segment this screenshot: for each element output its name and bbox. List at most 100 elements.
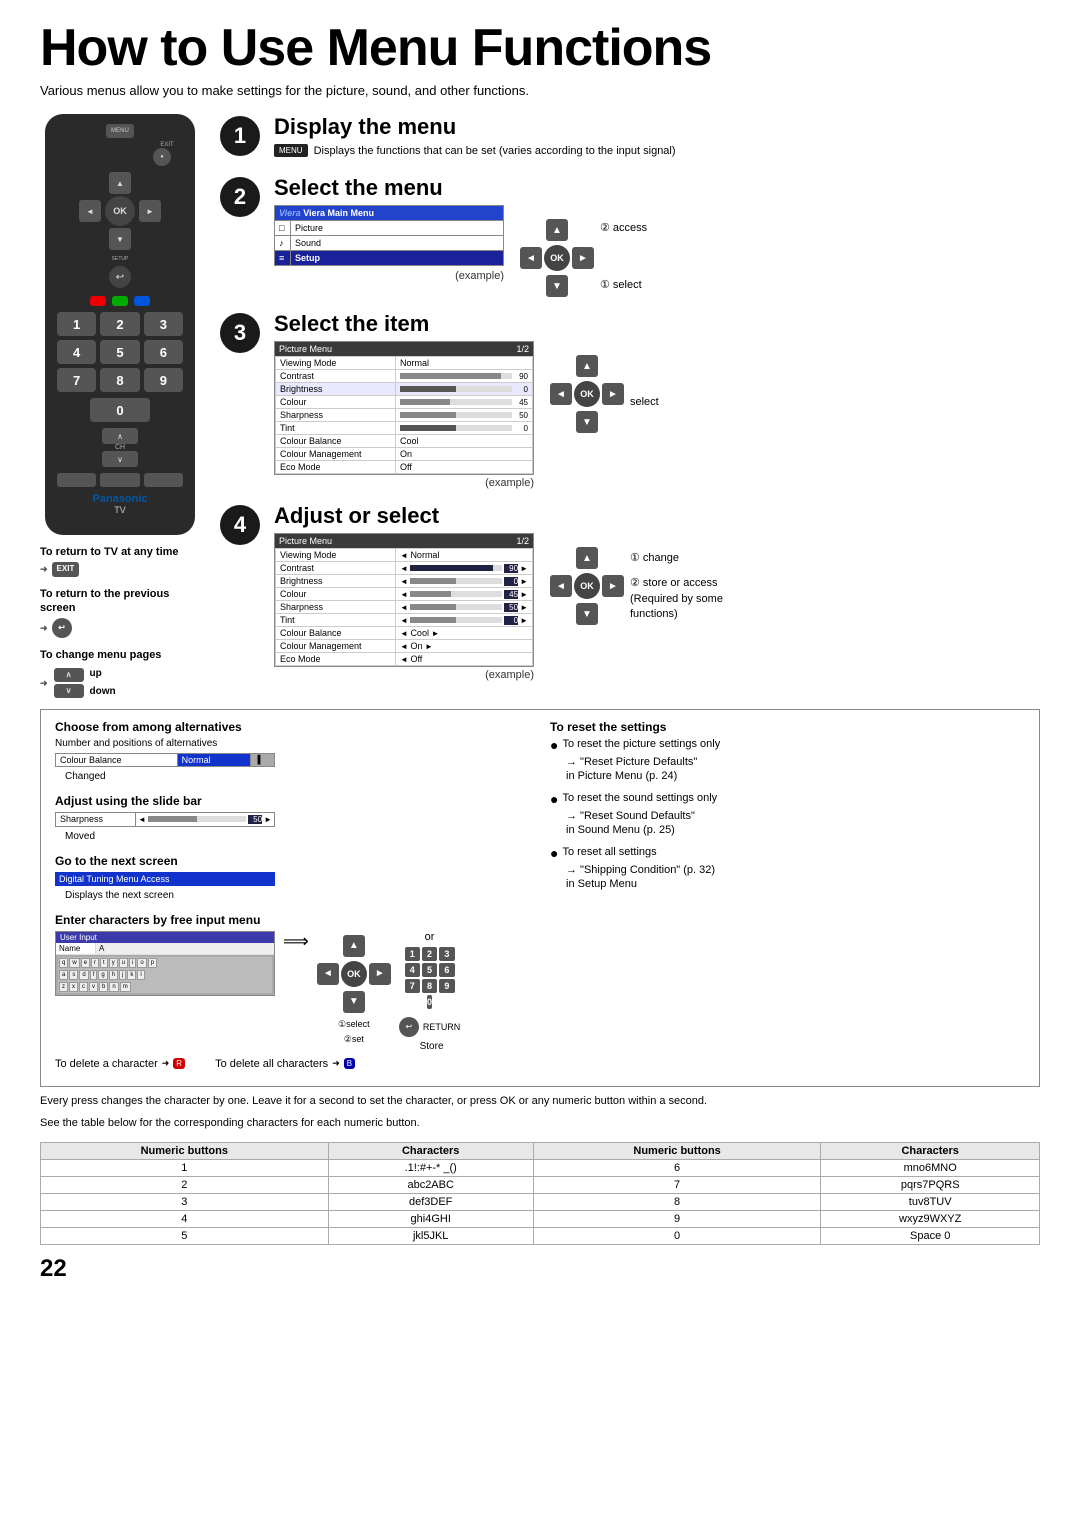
- s4-row-contrast: Contrast ◄ 90 ►: [276, 562, 533, 575]
- num-5-button[interactable]: 5: [100, 340, 139, 364]
- ch-up-button[interactable]: ∧: [102, 428, 138, 444]
- return-mini-button[interactable]: ↩: [52, 618, 72, 638]
- pt-val-viewing: Normal: [396, 357, 533, 370]
- free-input-title: Enter characters by free input menu: [55, 913, 530, 927]
- reset-picture-arrow-text: → "Reset Picture Defaults": [566, 756, 697, 768]
- fi-num7[interactable]: 7: [405, 979, 420, 993]
- fi-num5[interactable]: 5: [422, 963, 437, 977]
- num-1-button[interactable]: 1: [57, 312, 96, 336]
- num-8-button[interactable]: 8: [100, 368, 139, 392]
- step3-nav-left[interactable]: ◄: [550, 383, 572, 405]
- s4-label-contrast: Contrast: [276, 562, 396, 575]
- exit-button[interactable]: ●: [153, 148, 171, 166]
- step4-nav-down[interactable]: ▼: [576, 603, 598, 625]
- pt-val-colour: 45: [396, 396, 533, 409]
- num-7-button[interactable]: 7: [57, 368, 96, 392]
- fi-num3[interactable]: 3: [439, 947, 454, 961]
- nav-right-button[interactable]: ►: [139, 200, 161, 222]
- step3-nav-up[interactable]: ▲: [576, 355, 598, 377]
- nav-down-button[interactable]: ▼: [109, 228, 131, 250]
- pt-header-step3: Picture Menu 1/2: [275, 342, 533, 356]
- fi-ok[interactable]: OK: [341, 961, 367, 987]
- fi-num2[interactable]: 2: [422, 947, 437, 961]
- picture-label: Picture: [291, 221, 504, 236]
- char-val-1-a: .1!:#+-* _(): [328, 1159, 533, 1176]
- page-number: 22: [40, 1255, 1040, 1283]
- step-1-title: Display the menu: [274, 114, 1040, 140]
- step-1-circle: 1: [220, 116, 260, 156]
- blue-button[interactable]: [134, 296, 150, 306]
- step2-nav-left[interactable]: ◄: [520, 247, 542, 269]
- page-down-button[interactable]: ∨: [54, 684, 84, 698]
- step-2-menu-area: Viera Viera Main Menu □ Picture ♪ Sound: [274, 205, 504, 282]
- step-3-circle: 3: [220, 313, 260, 353]
- step-2-example: (example): [274, 270, 504, 282]
- nav-left-button[interactable]: ◄: [79, 200, 101, 222]
- num-4-button[interactable]: 4: [57, 340, 96, 364]
- page-up-button[interactable]: ∧: [54, 668, 84, 682]
- num-9-button[interactable]: 9: [144, 368, 183, 392]
- step4-ok[interactable]: OK: [574, 573, 600, 599]
- cb-arrow: ▐: [250, 753, 274, 766]
- kb-u: u: [119, 958, 128, 968]
- or-label: or: [425, 931, 435, 943]
- pt-val-cm: On: [396, 448, 533, 461]
- step4-nav-left[interactable]: ◄: [550, 575, 572, 597]
- num-2-button[interactable]: 2: [100, 312, 139, 336]
- step2-ok[interactable]: OK: [544, 245, 570, 271]
- step3-ok[interactable]: OK: [574, 381, 600, 407]
- bullet-2: ●: [550, 792, 558, 806]
- fi-num6[interactable]: 6: [439, 963, 454, 977]
- red-button[interactable]: [90, 296, 106, 306]
- fi-num0[interactable]: 0: [427, 995, 432, 1009]
- fi-nav-down[interactable]: ▼: [343, 991, 365, 1013]
- fi-nav: ▲ ◄ OK ► ▼: [317, 935, 391, 1013]
- char-num-3-b: 8: [533, 1193, 821, 1210]
- r-button[interactable]: R: [173, 1058, 185, 1069]
- fi-nav-right[interactable]: ►: [369, 963, 391, 985]
- step-2-section: 2 Select the menu Viera Viera Main Menu: [220, 175, 1040, 297]
- ok-button[interactable]: OK: [105, 196, 135, 226]
- s4-val-brightness: ◄ 0 ►: [396, 575, 533, 588]
- fi-num4[interactable]: 4: [405, 963, 420, 977]
- green-button[interactable]: [112, 296, 128, 306]
- cb-row: Colour Balance Normal ▐: [56, 753, 275, 766]
- nav-up-button[interactable]: ▲: [109, 172, 131, 194]
- step4-nav-right[interactable]: ►: [602, 575, 624, 597]
- step-4-nav: ▲ ◄ OK ► ▼ ① change: [550, 543, 723, 625]
- fi-num1[interactable]: 1: [405, 947, 420, 961]
- step2-nav-down[interactable]: ▼: [546, 275, 568, 297]
- reset-all: ● To reset all settings → "Shipping Cond…: [550, 846, 1025, 890]
- sound-icon: ♪: [275, 236, 291, 251]
- step-4-example: (example): [274, 669, 534, 681]
- num-3-button[interactable]: 3: [144, 312, 183, 336]
- s4-row-brightness: Brightness ◄ 0 ►: [276, 575, 533, 588]
- menu-button[interactable]: MENU: [106, 124, 134, 138]
- setup-button[interactable]: ↩: [109, 266, 131, 288]
- b-button[interactable]: B: [344, 1058, 355, 1069]
- step3-nav-right[interactable]: ►: [602, 383, 624, 405]
- misc-btn-1[interactable]: [57, 473, 96, 487]
- num-0-button[interactable]: 0: [90, 398, 150, 422]
- step4-nav-up[interactable]: ▲: [576, 547, 598, 569]
- nav-arrows-step4: ▲ ◄ OK ► ▼: [550, 547, 624, 625]
- step2-nav-right[interactable]: ►: [572, 247, 594, 269]
- ch-down-button[interactable]: ∨: [102, 451, 138, 467]
- step2-nav-up[interactable]: ▲: [546, 219, 568, 241]
- fi-num8[interactable]: 8: [422, 979, 437, 993]
- step3-nav-down[interactable]: ▼: [576, 411, 598, 433]
- exit-mini-button[interactable]: EXIT: [52, 562, 80, 576]
- char-num-3-a: 3: [41, 1193, 329, 1210]
- fi-num9[interactable]: 9: [439, 979, 454, 993]
- s4-label-cm: Colour Management: [276, 640, 396, 653]
- misc-btn-3[interactable]: [144, 473, 183, 487]
- ch-label: CH: [115, 444, 125, 451]
- kb-f: f: [90, 970, 98, 980]
- fi-return-btn[interactable]: ↩: [399, 1017, 419, 1037]
- fi-nav-up[interactable]: ▲: [343, 935, 365, 957]
- num-6-button[interactable]: 6: [144, 340, 183, 364]
- kb-x: x: [69, 982, 78, 992]
- fi-nav-left[interactable]: ◄: [317, 963, 339, 985]
- misc-btn-2[interactable]: [100, 473, 139, 487]
- info-right: To reset the settings ● To reset the pic…: [550, 720, 1025, 1076]
